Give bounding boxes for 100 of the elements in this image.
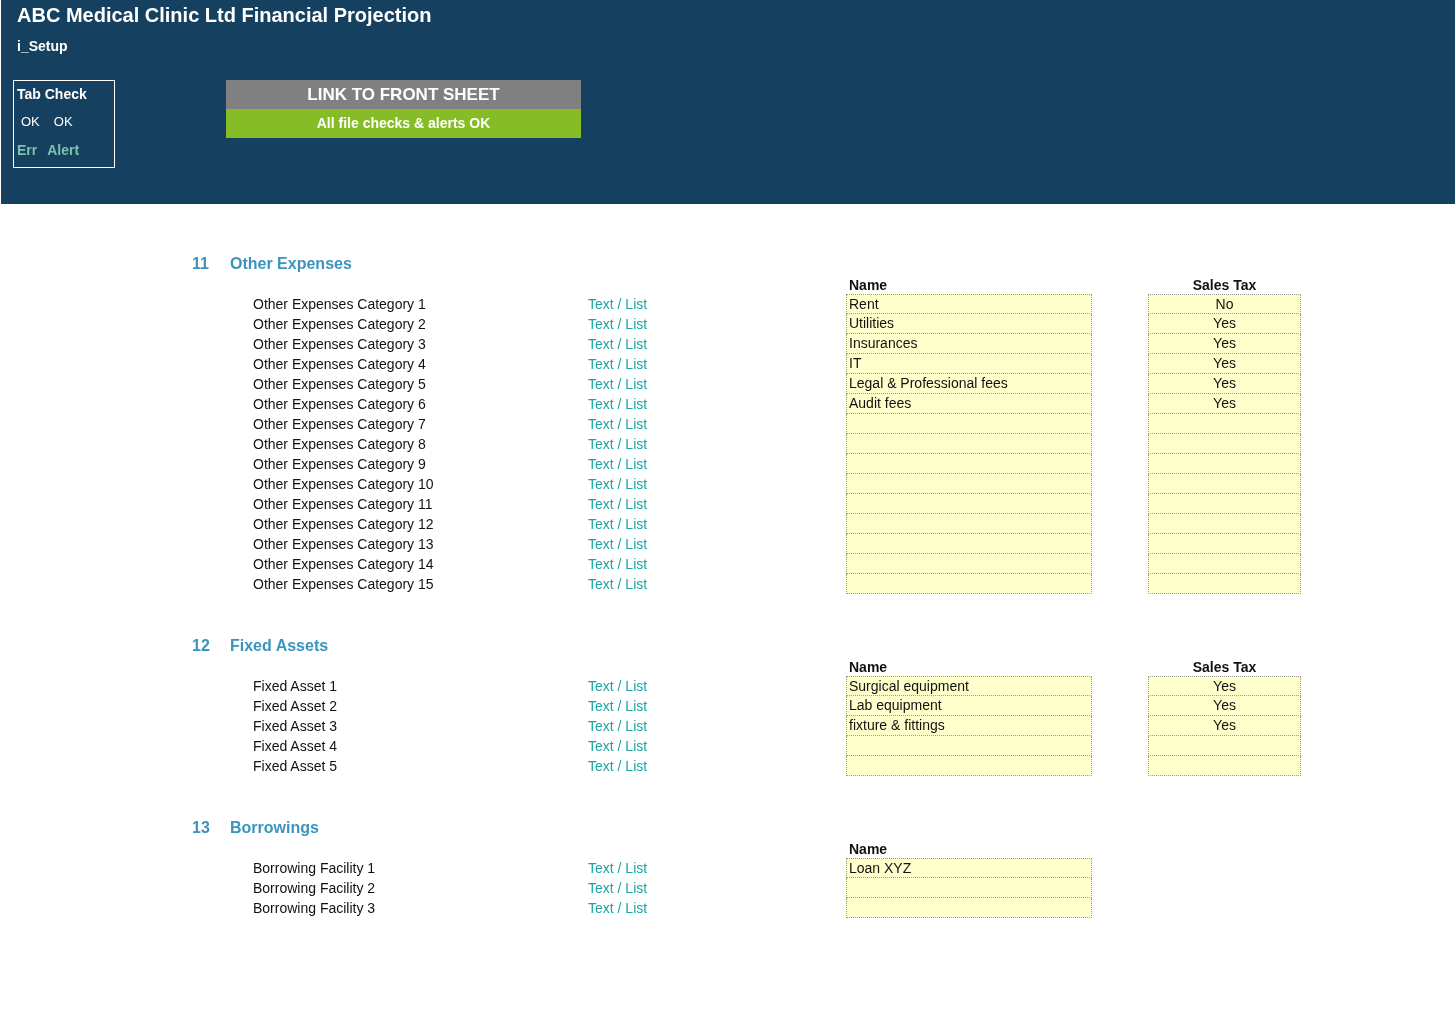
name-input-cell[interactable]: Surgical equipment bbox=[846, 676, 1092, 696]
name-input-cell[interactable] bbox=[846, 414, 1092, 434]
name-input-cell[interactable] bbox=[846, 454, 1092, 474]
row-label: Borrowing Facility 1 bbox=[253, 859, 377, 878]
name-input-cell[interactable] bbox=[846, 474, 1092, 494]
check-label: Alert bbox=[47, 141, 80, 159]
name-input-cell[interactable]: Utilities bbox=[846, 314, 1092, 334]
row-label: Other Expenses Category 6 bbox=[253, 395, 427, 414]
input-type-label: Text / List bbox=[588, 515, 649, 534]
input-type-label: Text / List bbox=[588, 575, 649, 594]
input-type-label: Text / List bbox=[588, 737, 649, 756]
input-type-label: Text / List bbox=[588, 757, 649, 776]
input-type-label: Text / List bbox=[588, 335, 649, 354]
sales-tax-input-cell[interactable] bbox=[1148, 554, 1301, 574]
input-type-label: Text / List bbox=[588, 315, 649, 334]
sales-tax-input-cell[interactable]: Yes bbox=[1148, 696, 1301, 716]
row-label: Other Expenses Category 1 bbox=[253, 295, 427, 314]
input-type-label: Text / List bbox=[588, 717, 649, 736]
row-label: Other Expenses Category 14 bbox=[253, 555, 435, 574]
sales-tax-input-cell[interactable]: Yes bbox=[1148, 354, 1301, 374]
name-input-cell[interactable]: IT bbox=[846, 354, 1092, 374]
name-input-cell[interactable]: Legal & Professional fees bbox=[846, 374, 1092, 394]
section-title: Fixed Assets bbox=[230, 636, 329, 656]
name-input-cell[interactable] bbox=[846, 494, 1092, 514]
check-label: Err bbox=[17, 141, 38, 159]
input-type-label: Text / List bbox=[588, 535, 649, 554]
row-label: Borrowing Facility 3 bbox=[253, 899, 377, 918]
name-input-cell[interactable] bbox=[846, 514, 1092, 534]
input-type-label: Text / List bbox=[588, 899, 649, 918]
name-input-cell[interactable] bbox=[846, 554, 1092, 574]
sales-tax-input-cell[interactable] bbox=[1148, 534, 1301, 554]
row-label: Other Expenses Category 8 bbox=[253, 435, 427, 454]
input-type-label: Text / List bbox=[588, 495, 649, 514]
name-input-cell[interactable]: Insurances bbox=[846, 334, 1092, 354]
name-input-cell[interactable] bbox=[846, 878, 1092, 898]
sales-tax-input-cell[interactable] bbox=[1148, 414, 1301, 434]
section-number: 13 bbox=[192, 818, 211, 838]
row-label: Borrowing Facility 2 bbox=[253, 879, 377, 898]
row-label: Other Expenses Category 7 bbox=[253, 415, 427, 434]
sales-tax-input-cell[interactable] bbox=[1148, 454, 1301, 474]
sales-tax-input-cell[interactable]: No bbox=[1148, 294, 1301, 314]
name-input-cell[interactable]: Lab equipment bbox=[846, 696, 1092, 716]
sales-tax-input-cell[interactable] bbox=[1148, 434, 1301, 454]
sales-tax-input-cell[interactable] bbox=[1148, 574, 1301, 594]
sales-tax-input-cell[interactable] bbox=[1148, 474, 1301, 494]
input-type-label: Text / List bbox=[588, 697, 649, 716]
column-header: Name bbox=[848, 658, 889, 676]
name-input-cell[interactable] bbox=[846, 534, 1092, 554]
check-value: OK bbox=[53, 114, 73, 130]
input-type-label: Text / List bbox=[588, 355, 649, 374]
section-number: 11 bbox=[192, 254, 210, 274]
sheet-name: i_Setup bbox=[17, 37, 69, 55]
sales-tax-input-cell[interactable] bbox=[1148, 756, 1301, 776]
sales-tax-input-cell[interactable]: Yes bbox=[1148, 314, 1301, 334]
sales-tax-input-cell[interactable]: Yes bbox=[1148, 394, 1301, 414]
input-type-label: Text / List bbox=[588, 295, 649, 314]
page-title: ABC Medical Clinic Ltd Financial Projection bbox=[17, 3, 433, 27]
input-type-label: Text / List bbox=[588, 879, 649, 898]
tab-check-title: Tab Check bbox=[17, 85, 88, 103]
name-input-cell[interactable]: Audit fees bbox=[846, 394, 1092, 414]
sales-tax-input-cell[interactable] bbox=[1148, 736, 1301, 756]
name-input-cell[interactable]: Rent bbox=[846, 294, 1092, 314]
sales-tax-input-cell[interactable]: Yes bbox=[1148, 374, 1301, 394]
row-label: Other Expenses Category 9 bbox=[253, 455, 427, 474]
input-type-label: Text / List bbox=[588, 555, 649, 574]
input-type-label: Text / List bbox=[588, 677, 649, 696]
section-title: Other Expenses bbox=[230, 254, 352, 274]
status-banner: All file checks & alerts OK bbox=[226, 109, 581, 138]
name-input-cell[interactable]: fixture & fittings bbox=[846, 716, 1092, 736]
name-input-cell[interactable]: Loan XYZ bbox=[846, 858, 1092, 878]
row-label: Other Expenses Category 10 bbox=[253, 475, 435, 494]
name-input-cell[interactable] bbox=[846, 756, 1092, 776]
row-label: Other Expenses Category 4 bbox=[253, 355, 427, 374]
row-label: Fixed Asset 1 bbox=[253, 677, 339, 696]
sales-tax-input-cell[interactable]: Yes bbox=[1148, 334, 1301, 354]
column-header: Sales Tax bbox=[1191, 276, 1258, 294]
column-header: Sales Tax bbox=[1191, 658, 1258, 676]
row-label: Other Expenses Category 3 bbox=[253, 335, 427, 354]
name-input-cell[interactable] bbox=[846, 898, 1092, 918]
sales-tax-input-cell[interactable] bbox=[1148, 514, 1301, 534]
input-type-label: Text / List bbox=[588, 395, 649, 414]
column-header: Name bbox=[848, 276, 889, 294]
sales-tax-input-cell[interactable]: Yes bbox=[1148, 716, 1301, 736]
input-type-label: Text / List bbox=[588, 455, 649, 474]
row-label: Fixed Asset 2 bbox=[253, 697, 339, 716]
name-input-cell[interactable] bbox=[846, 434, 1092, 454]
row-label: Other Expenses Category 11 bbox=[253, 495, 434, 514]
name-input-cell[interactable] bbox=[846, 736, 1092, 756]
row-label: Other Expenses Category 13 bbox=[253, 535, 435, 554]
name-input-cell[interactable] bbox=[846, 574, 1092, 594]
sales-tax-input-cell[interactable]: Yes bbox=[1148, 676, 1301, 696]
link-to-front-sheet-button[interactable]: LINK TO FRONT SHEET bbox=[226, 80, 581, 109]
row-label: Fixed Asset 4 bbox=[253, 737, 339, 756]
input-type-label: Text / List bbox=[588, 375, 649, 394]
row-label: Other Expenses Category 15 bbox=[253, 575, 435, 594]
sales-tax-input-cell[interactable] bbox=[1148, 494, 1301, 514]
input-type-label: Text / List bbox=[588, 415, 649, 434]
input-type-label: Text / List bbox=[588, 435, 649, 454]
input-type-label: Text / List bbox=[588, 859, 649, 878]
column-header: Name bbox=[848, 840, 889, 858]
